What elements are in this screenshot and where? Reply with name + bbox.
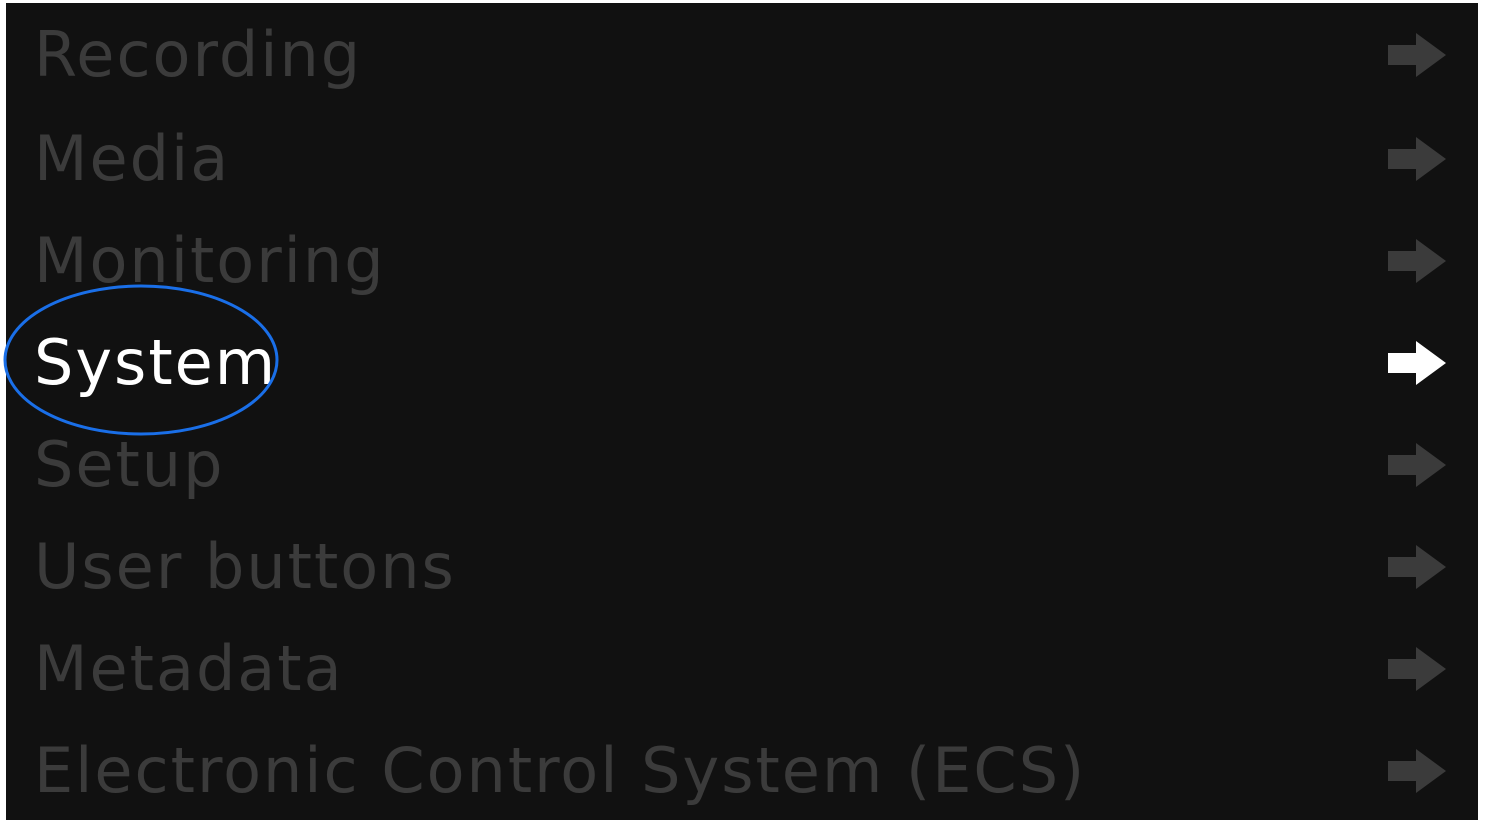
menu-item-label: Electronic Control System (ECS) <box>34 734 1087 807</box>
menu-item-label: Setup <box>34 428 225 501</box>
arrow-right-icon <box>1388 137 1446 181</box>
menu-item-label: System <box>34 326 278 399</box>
arrow-right-icon <box>1388 443 1446 487</box>
menu-item-monitoring[interactable]: Monitoring <box>6 209 1478 313</box>
arrow-right-icon <box>1388 749 1446 793</box>
arrow-right-icon <box>1388 341 1446 385</box>
arrow-right-icon <box>1388 33 1446 77</box>
menu-item-label: Recording <box>34 18 363 91</box>
settings-menu: Recording Media Monitoring System Setup <box>6 3 1478 820</box>
arrow-right-icon <box>1388 647 1446 691</box>
menu-item-label: User buttons <box>34 530 456 603</box>
menu-item-label: Metadata <box>34 632 344 705</box>
menu-item-media[interactable]: Media <box>6 107 1478 211</box>
menu-screen: Recording Media Monitoring System Setup <box>6 3 1478 820</box>
menu-item-recording[interactable]: Recording <box>6 3 1478 107</box>
menu-item-label: Monitoring <box>34 224 386 297</box>
menu-item-ecs[interactable]: Electronic Control System (ECS) <box>6 719 1478 820</box>
arrow-right-icon <box>1388 545 1446 589</box>
menu-item-label: Media <box>34 122 231 195</box>
menu-item-system[interactable]: System <box>6 311 1478 415</box>
menu-item-metadata[interactable]: Metadata <box>6 617 1478 721</box>
menu-item-setup[interactable]: Setup <box>6 413 1478 517</box>
arrow-right-icon <box>1388 239 1446 283</box>
menu-item-user-buttons[interactable]: User buttons <box>6 515 1478 619</box>
